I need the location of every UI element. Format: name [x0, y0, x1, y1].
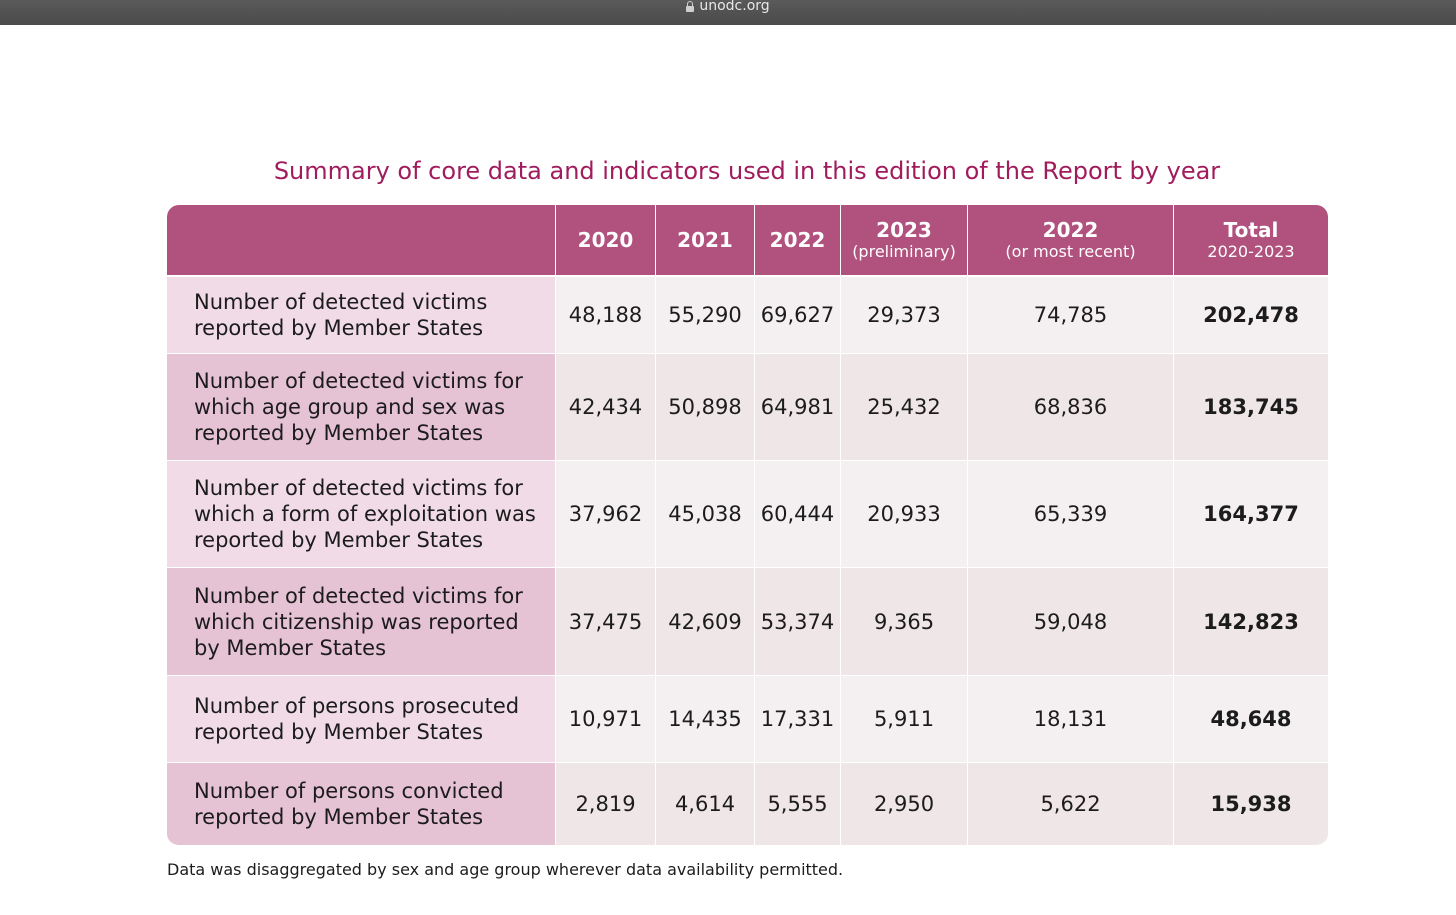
- cell-2020: 10,971: [556, 676, 656, 763]
- row-label: Number of detected victims for which a f…: [167, 461, 556, 568]
- cell-2021: 42,609: [656, 568, 755, 676]
- cell-2022: 64,981: [755, 354, 841, 461]
- cell-2022-recent: 59,048: [968, 568, 1174, 676]
- table-row: Number of persons prosecuted reported by…: [167, 676, 1328, 763]
- cell-2021: 55,290: [656, 277, 755, 354]
- header-cell-label: [167, 205, 556, 277]
- header-subtitle: (preliminary): [852, 242, 956, 262]
- cell-total: 48,648: [1174, 676, 1328, 763]
- cell-total: 15,938: [1174, 763, 1328, 846]
- header-cell-2020: 2020: [556, 205, 656, 277]
- url-display[interactable]: unodc.org: [686, 0, 770, 14]
- header-cell-2023-preliminary: 2023 (preliminary): [841, 205, 968, 277]
- cell-2023: 5,911: [841, 676, 968, 763]
- browser-address-bar[interactable]: unodc.org: [0, 0, 1456, 25]
- cell-2022-recent: 5,622: [968, 763, 1174, 846]
- table-row: Number of detected victims reported by M…: [167, 277, 1328, 354]
- cell-2023: 9,365: [841, 568, 968, 676]
- cell-2022: 53,374: [755, 568, 841, 676]
- cell-2022-recent: 74,785: [968, 277, 1174, 354]
- cell-total: 142,823: [1174, 568, 1328, 676]
- data-table: 2020 2021 2022 2023 (preliminary) 2022 (…: [167, 205, 1328, 846]
- row-label: Number of persons convicted reported by …: [167, 763, 556, 846]
- cell-2022-recent: 65,339: [968, 461, 1174, 568]
- header-row: 2020 2021 2022 2023 (preliminary) 2022 (…: [167, 205, 1328, 277]
- table-title: Summary of core data and indicators used…: [273, 157, 1221, 185]
- row-label: Number of persons prosecuted reported by…: [167, 676, 556, 763]
- header-cell-total: Total 2020-2023: [1174, 205, 1328, 277]
- cell-total: 202,478: [1174, 277, 1328, 354]
- table-row: Number of detected victims for which a f…: [167, 461, 1328, 568]
- cell-2020: 48,188: [556, 277, 656, 354]
- footnote: Data was disaggregated by sex and age gr…: [167, 860, 844, 879]
- cell-2020: 37,962: [556, 461, 656, 568]
- url-text: unodc.org: [699, 0, 770, 14]
- table-row: Number of detected victims for which age…: [167, 354, 1328, 461]
- header-cell-2022-most-recent: 2022 (or most recent): [968, 205, 1174, 277]
- row-label: Number of detected victims reported by M…: [167, 277, 556, 354]
- cell-2021: 4,614: [656, 763, 755, 846]
- cell-2022: 69,627: [755, 277, 841, 354]
- header-subtitle: 2020-2023: [1207, 242, 1295, 262]
- table-row: Number of persons convicted reported by …: [167, 763, 1328, 846]
- cell-2021: 45,038: [656, 461, 755, 568]
- table-row: Number of detected victims for which cit…: [167, 568, 1328, 676]
- cell-total: 164,377: [1174, 461, 1328, 568]
- cell-2023: 25,432: [841, 354, 968, 461]
- cell-2023: 2,950: [841, 763, 968, 846]
- cell-2020: 37,475: [556, 568, 656, 676]
- header-cell-2022: 2022: [755, 205, 841, 277]
- cell-2023: 29,373: [841, 277, 968, 354]
- cell-2020: 42,434: [556, 354, 656, 461]
- header-cell-2021: 2021: [656, 205, 755, 277]
- cell-2022: 5,555: [755, 763, 841, 846]
- cell-2020: 2,819: [556, 763, 656, 846]
- cell-2021: 50,898: [656, 354, 755, 461]
- row-label: Number of detected victims for which cit…: [167, 568, 556, 676]
- row-label: Number of detected victims for which age…: [167, 354, 556, 461]
- cell-2021: 14,435: [656, 676, 755, 763]
- cell-total: 183,745: [1174, 354, 1328, 461]
- cell-2022-recent: 68,836: [968, 354, 1174, 461]
- header-subtitle: (or most recent): [1005, 242, 1136, 262]
- cell-2022: 60,444: [755, 461, 841, 568]
- cell-2022-recent: 18,131: [968, 676, 1174, 763]
- cell-2023: 20,933: [841, 461, 968, 568]
- cell-2022: 17,331: [755, 676, 841, 763]
- lock-icon: [686, 1, 695, 12]
